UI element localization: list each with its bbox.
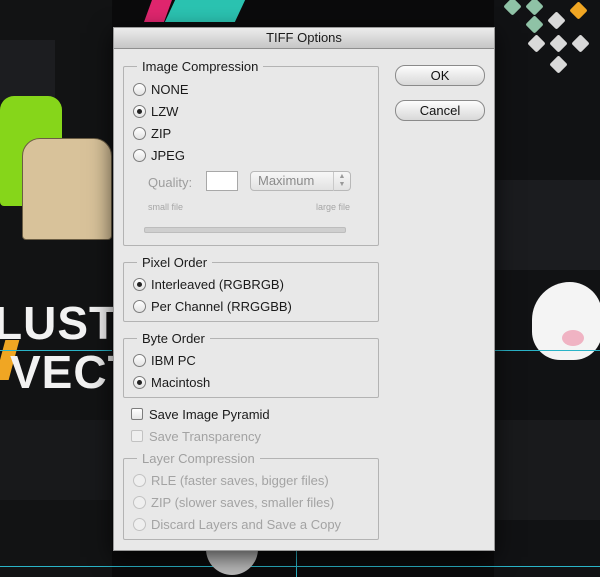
dialog-title: TIFF Options xyxy=(114,28,494,49)
background-text-line-1: LUST xyxy=(0,297,119,349)
radio-button[interactable] xyxy=(133,299,146,313)
byte-order-option-ibm-pc[interactable]: IBM PC xyxy=(133,351,196,369)
quality-preset-value: Maximum xyxy=(258,173,315,188)
option-label: ZIP xyxy=(151,125,172,141)
radio-button-disabled[interactable] xyxy=(133,495,146,509)
layer-compression-option-discard[interactable]: Discard Layers and Save a Copy xyxy=(133,515,341,533)
quality-input[interactable] xyxy=(206,171,238,191)
quality-slider[interactable] xyxy=(144,227,346,233)
image-compression-legend: Image Compression xyxy=(137,59,264,74)
compression-option-zip[interactable]: ZIP xyxy=(133,124,171,142)
radio-button-selected[interactable] xyxy=(133,375,146,389)
layer-compression-legend: Layer Compression xyxy=(137,451,260,466)
horizontal-guide xyxy=(0,350,112,351)
checkbox[interactable] xyxy=(131,408,143,420)
stepper-arrows-icon: ▲ ▼ xyxy=(333,172,350,191)
layer-compression-option-rle[interactable]: RLE (faster saves, bigger files) xyxy=(133,471,329,489)
option-label: LZW xyxy=(151,103,179,119)
radio-button-disabled[interactable] xyxy=(133,517,146,531)
slider-min-label: small file xyxy=(148,202,184,212)
compression-option-none[interactable]: NONE xyxy=(133,80,189,98)
option-label: ZIP (slower saves, smaller files) xyxy=(151,494,335,510)
radio-button-disabled[interactable] xyxy=(133,473,146,487)
tiff-options-dialog: TIFF Options OK Cancel Image Compression… xyxy=(113,27,495,551)
piggy-snout xyxy=(562,330,584,346)
option-label: Macintosh xyxy=(151,374,211,390)
option-label: Interleaved (RGBRGB) xyxy=(151,276,284,292)
horizontal-guide xyxy=(494,350,600,351)
teal-arrow-decoration xyxy=(164,0,246,22)
save-image-pyramid-checkbox[interactable]: Save Image Pyramid xyxy=(131,405,270,423)
quality-label: Quality: xyxy=(148,175,193,190)
bottom-circle-decoration xyxy=(206,549,258,575)
radio-button-selected[interactable] xyxy=(133,104,146,118)
image-compression-group: Image Compression NONE LZW ZIP JPEG Qual… xyxy=(123,59,379,246)
option-label: JPEG xyxy=(151,147,185,163)
pixel-order-legend: Pixel Order xyxy=(137,255,213,270)
compression-option-jpeg[interactable]: JPEG xyxy=(133,146,185,164)
vertical-guide xyxy=(296,549,297,577)
slider-max-label: large file xyxy=(316,202,351,212)
byte-order-group: Byte Order IBM PC Macintosh xyxy=(123,331,379,398)
layer-compression-option-zip[interactable]: ZIP (slower saves, smaller files) xyxy=(133,493,334,511)
save-transparency-checkbox[interactable]: Save Transparency xyxy=(131,427,261,445)
checkbox-label: Save Image Pyramid xyxy=(149,406,270,422)
radio-button[interactable] xyxy=(133,82,146,96)
radio-button-selected[interactable] xyxy=(133,277,146,291)
tan-shirt-image xyxy=(22,138,112,240)
cancel-button[interactable]: Cancel xyxy=(395,100,485,121)
horizontal-guide xyxy=(0,566,600,567)
checkbox-disabled[interactable] xyxy=(131,430,143,442)
quality-preset-select[interactable]: Maximum ▲ ▼ xyxy=(250,171,351,191)
byte-order-legend: Byte Order xyxy=(137,331,210,346)
option-label: Per Channel (RRGGBB) xyxy=(151,298,292,314)
ok-button[interactable]: OK xyxy=(395,65,485,86)
pixel-order-group: Pixel Order Interleaved (RGBRGB) Per Cha… xyxy=(123,255,379,322)
layer-compression-group: Layer Compression RLE (faster saves, big… xyxy=(123,451,379,540)
pixel-order-option-interleaved[interactable]: Interleaved (RGBRGB) xyxy=(133,275,284,293)
checkbox-label: Save Transparency xyxy=(149,428,262,444)
option-label: NONE xyxy=(151,81,189,97)
radio-button[interactable] xyxy=(133,148,146,162)
byte-order-option-macintosh[interactable]: Macintosh xyxy=(133,373,210,391)
option-label: RLE (faster saves, bigger files) xyxy=(151,472,329,488)
option-label: Discard Layers and Save a Copy xyxy=(151,516,342,532)
compression-option-lzw[interactable]: LZW xyxy=(133,102,178,120)
option-label: IBM PC xyxy=(151,352,196,368)
piggy-bank-image xyxy=(532,282,600,360)
pixel-order-option-per-channel[interactable]: Per Channel (RRGGBB) xyxy=(133,297,292,315)
radio-button[interactable] xyxy=(133,126,146,140)
radio-button[interactable] xyxy=(133,353,146,367)
